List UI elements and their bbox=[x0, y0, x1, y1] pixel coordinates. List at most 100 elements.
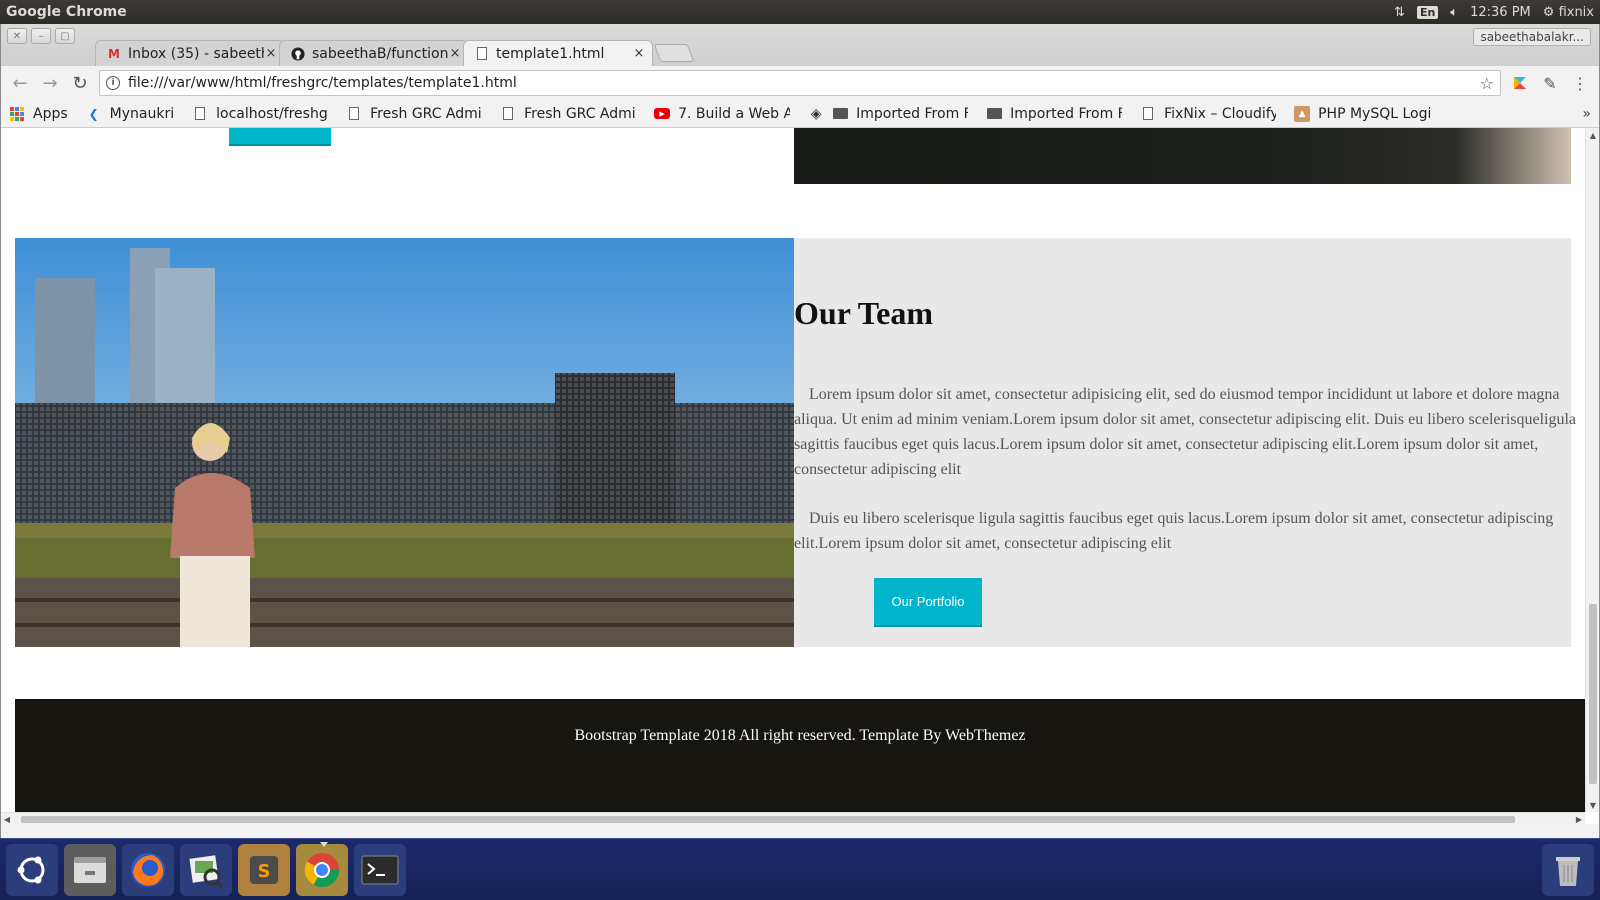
url-text[interactable]: file:///var/www/html/freshgrc/templates/… bbox=[128, 75, 1480, 91]
image-viewer-icon[interactable] bbox=[180, 844, 232, 896]
bookmark-fixnix-cloudify[interactable]: FixNix – Cloudify bbox=[1140, 106, 1276, 122]
ubuntu-dash-icon[interactable] bbox=[6, 844, 58, 896]
tabs: M Inbox (35) - sabeetha × sabeethaB/func… bbox=[95, 40, 695, 66]
menu-icon[interactable]: ⋮ bbox=[1569, 72, 1591, 94]
files-icon[interactable] bbox=[64, 844, 116, 896]
tab-close-icon[interactable]: × bbox=[264, 46, 278, 61]
php-icon: ▲ bbox=[1294, 105, 1311, 122]
bookmark-label: Mynaukri bbox=[109, 105, 175, 122]
reload-button[interactable]: ↻ bbox=[69, 72, 91, 94]
network-icon[interactable]: ⇅ bbox=[1394, 5, 1405, 20]
vertical-scrollbar[interactable]: ▲ ▼ bbox=[1585, 128, 1599, 812]
extension-diamond-icon: ◈ bbox=[810, 105, 822, 122]
extension-tool-icon[interactable]: ✎ bbox=[1539, 72, 1561, 94]
bookmark-star-icon[interactable]: ☆ bbox=[1480, 74, 1494, 93]
bookmark-php-mysql-login[interactable]: ▲ PHP MySQL Login bbox=[1294, 105, 1431, 122]
tab-github[interactable]: sabeethaB/functions × bbox=[279, 40, 469, 66]
tab-strip: ✕ – ▢ M Inbox (35) - sabeetha × sabeetha… bbox=[1, 24, 1599, 66]
bookmark-label: localhost/freshgrc bbox=[216, 105, 328, 122]
volume-icon[interactable]: 🔈︎ bbox=[1450, 5, 1458, 20]
tab-template1[interactable]: template1.html × bbox=[463, 40, 653, 66]
scroll-left-icon[interactable]: ◀ bbox=[1, 813, 13, 824]
scroll-down-icon[interactable]: ▼ bbox=[1586, 798, 1599, 812]
session-menu[interactable]: ⚙ fixnix bbox=[1543, 5, 1594, 20]
svg-text:S: S bbox=[258, 861, 271, 882]
new-tab-button[interactable] bbox=[653, 44, 695, 62]
minimize-window-button[interactable]: – bbox=[31, 28, 51, 44]
team-heading: Our Team bbox=[794, 295, 933, 331]
mynaukri-icon: ❮ bbox=[88, 106, 99, 121]
tab-inbox[interactable]: M Inbox (35) - sabeetha × bbox=[95, 40, 285, 66]
document-icon bbox=[500, 106, 516, 122]
team-section: Our Team Lorem ipsum dolor sit amet, con… bbox=[15, 238, 1576, 647]
github-icon bbox=[290, 46, 306, 62]
horizontal-scrollbar[interactable]: ◀ ▶ bbox=[1, 812, 1585, 824]
terminal-icon[interactable] bbox=[354, 844, 406, 896]
tab-label: Inbox (35) - sabeetha bbox=[128, 45, 264, 62]
team-paragraph: Duis eu libero scelerisque ligula sagitt… bbox=[794, 510, 1554, 552]
team-photo bbox=[15, 238, 794, 647]
bookmark-label: Fresh GRC Admin bbox=[370, 105, 483, 122]
back-button[interactable]: ← bbox=[9, 72, 31, 94]
maximize-window-button[interactable]: ▢ bbox=[55, 28, 75, 44]
gear-icon: ⚙ bbox=[1542, 4, 1555, 20]
tab-label: template1.html bbox=[496, 45, 605, 62]
bookmark-imported-firefox[interactable]: ◈ Imported From Firefox bbox=[808, 106, 968, 122]
bookmark-imported-firefox-2[interactable]: Imported From Firefox bbox=[986, 106, 1122, 122]
bookmark-localhost-freshgrc[interactable]: localhost/freshgrc bbox=[192, 106, 328, 122]
scroll-right-icon[interactable]: ▶ bbox=[1573, 813, 1585, 824]
document-icon bbox=[474, 46, 490, 62]
bookmark-label: Apps bbox=[33, 105, 68, 122]
bookmark-label: PHP MySQL Login bbox=[1318, 105, 1431, 122]
scrollbar-thumb[interactable] bbox=[21, 816, 1515, 823]
active-indicator-icon bbox=[320, 842, 328, 847]
bookmark-label: Imported From Firefox bbox=[856, 105, 969, 122]
browser-toolbar: ← → ↻ i file:///var/www/html/freshgrc/te… bbox=[1, 66, 1599, 100]
chrome-icon[interactable] bbox=[296, 842, 348, 896]
scroll-up-icon[interactable]: ▲ bbox=[1586, 128, 1599, 142]
user-name: fixnix bbox=[1558, 4, 1594, 20]
bookmark-label: FixNix – Cloudify bbox=[1164, 105, 1277, 122]
sublime-text-icon[interactable]: S bbox=[238, 844, 290, 896]
bookmarks-overflow-button[interactable]: » bbox=[1582, 106, 1591, 122]
extension-icon[interactable] bbox=[1509, 72, 1531, 94]
close-window-button[interactable]: ✕ bbox=[7, 28, 27, 44]
tab-close-icon[interactable]: × bbox=[448, 46, 462, 61]
cut-off-button[interactable] bbox=[229, 128, 331, 146]
profile-button[interactable]: sabeethabalakr... bbox=[1473, 28, 1591, 46]
bookmark-fresh-grc-admin-2[interactable]: Fresh GRC Admin bbox=[500, 106, 636, 122]
bookmark-label: 7. Build a Web App bbox=[678, 105, 791, 122]
keyboard-layout-indicator[interactable]: En bbox=[1416, 5, 1439, 19]
forward-button[interactable]: → bbox=[39, 72, 61, 94]
bookmark-build-web-app[interactable]: ▶ 7. Build a Web App bbox=[654, 106, 790, 122]
clock[interactable]: 12:36 PM bbox=[1470, 5, 1531, 20]
firefox-icon[interactable] bbox=[122, 844, 174, 896]
trash-icon[interactable] bbox=[1542, 844, 1594, 896]
document-icon bbox=[1140, 106, 1156, 122]
bookmark-label: Fresh GRC Admin bbox=[524, 105, 637, 122]
info-icon[interactable]: i bbox=[106, 76, 120, 90]
our-portfolio-button[interactable]: Our Portfolio bbox=[874, 578, 982, 627]
team-text-block: Our Team Lorem ipsum dolor sit amet, con… bbox=[794, 238, 1576, 647]
bookmarks-bar: Apps ❮ Mynaukri localhost/freshgrc Fresh… bbox=[1, 100, 1599, 128]
gmail-icon: M bbox=[108, 46, 120, 61]
folder-icon bbox=[986, 106, 1002, 122]
page-viewport: Our Team Lorem ipsum dolor sit amet, con… bbox=[1, 128, 1599, 824]
bookmark-apps[interactable]: Apps bbox=[9, 106, 68, 122]
team-paragraph: Lorem ipsum dolor sit amet, consectetur … bbox=[794, 386, 1577, 478]
page-footer: Bootstrap Template 2018 All right reserv… bbox=[15, 699, 1585, 812]
system-top-panel: Google Chrome ⇅ En 🔈︎ 12:36 PM ⚙ fixnix bbox=[0, 0, 1600, 24]
dark-section-image bbox=[794, 128, 1571, 184]
bookmark-fresh-grc-admin[interactable]: Fresh GRC Admin bbox=[346, 106, 482, 122]
address-bar[interactable]: i file:///var/www/html/freshgrc/template… bbox=[99, 70, 1501, 96]
system-tray: ⇅ En 🔈︎ 12:36 PM ⚙ fixnix bbox=[1394, 5, 1600, 20]
tab-close-icon[interactable]: × bbox=[632, 46, 646, 61]
browser-window: ✕ – ▢ M Inbox (35) - sabeetha × sabeetha… bbox=[0, 24, 1600, 838]
active-app-title: Google Chrome bbox=[6, 4, 127, 20]
document-icon bbox=[192, 106, 208, 122]
scrollbar-thumb[interactable] bbox=[1589, 604, 1597, 784]
launcher-dock: S bbox=[0, 838, 1600, 900]
footer-copyright: Bootstrap Template 2018 All right reserv… bbox=[574, 727, 1026, 744]
bookmark-mynaukri[interactable]: ❮ Mynaukri bbox=[86, 106, 174, 122]
youtube-icon: ▶ bbox=[654, 106, 671, 122]
